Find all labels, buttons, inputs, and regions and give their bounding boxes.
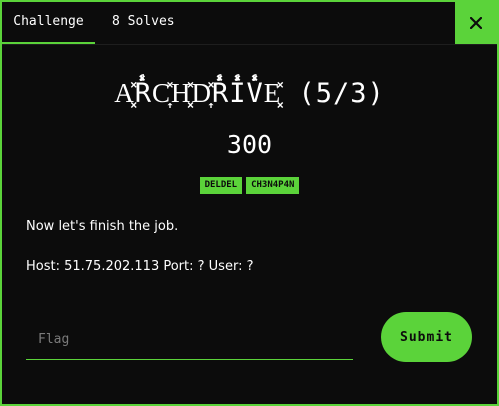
challenge-points: 300 (226, 130, 273, 159)
challenge-title: A͓̽R̽̾C͎̽H͓̽D͎̽R̽̾I̽̾V̽̾E͓̽ (5/3) (114, 78, 385, 109)
modal-tabs: Challenge 8 Solves (2, 2, 497, 45)
challenge-description: Now let's finish the job. (26, 219, 179, 234)
tag-badge: CH3N4P4N (246, 177, 300, 194)
flag-input[interactable] (26, 320, 353, 360)
tag-badge: DELDEL (199, 177, 243, 194)
close-icon (470, 17, 482, 29)
challenge-connection-info: Host: 51.75.202.113 Port: ? User: ? (26, 259, 254, 274)
challenge-tags: DELDEL CH3N4P4N (2, 177, 497, 194)
tab-challenge[interactable]: Challenge (2, 2, 95, 44)
tab-solves[interactable]: 8 Solves (112, 2, 175, 44)
challenge-modal: Challenge 8 Solves A͓̽R̽̾C͎̽H͓̽D͎̽R̽̾I̽̾… (0, 0, 499, 406)
close-button[interactable] (455, 2, 497, 44)
submit-button[interactable]: Submit (381, 312, 472, 362)
